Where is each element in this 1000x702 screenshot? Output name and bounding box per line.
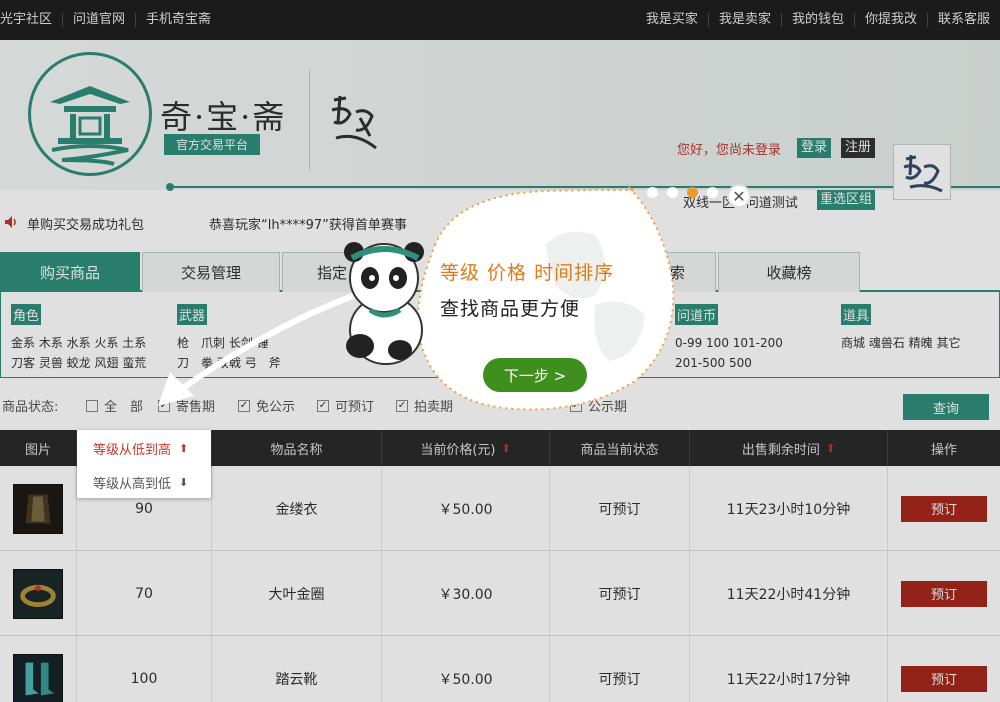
- col-remaining[interactable]: 出售剩余时间 ⬆: [690, 430, 888, 466]
- category-coin: 问道币 0-99 100 101-200 201-500 500: [675, 304, 783, 373]
- link-customer-service[interactable]: 联系客服: [928, 13, 1000, 27]
- item-price: ￥50.00: [382, 466, 550, 551]
- temple-logo-icon: [50, 86, 130, 166]
- guide-title: 等级 价格 时间排序: [440, 262, 615, 284]
- avatar[interactable]: [893, 144, 951, 200]
- item-name[interactable]: 踏云靴: [212, 636, 382, 702]
- next-step-button[interactable]: 下一步 >: [483, 358, 587, 392]
- step-dot[interactable]: [667, 187, 678, 198]
- top-nav-bar: 光宇社区 问道官网 手机奇宝斋 我是买家 我是卖家 我的钱包 你提我改 联系客服: [0, 0, 1000, 40]
- panda-mascot-icon: [344, 242, 424, 365]
- top-nav-left: 光宇社区 问道官网 手机奇宝斋: [0, 0, 221, 40]
- sort-desc-label: 等级从高到低: [93, 476, 172, 492]
- category-links[interactable]: 刀客 灵兽 蛟龙 风翅 蛮荒: [11, 353, 146, 373]
- brand-subtitle: 官方交易平台: [164, 134, 261, 155]
- category-role: 角色 金系 木系 水系 火系 土系 刀客 灵兽 蛟龙 风翅 蛮荒: [11, 304, 146, 373]
- item-remaining: 11天22小时41分钟: [690, 551, 888, 636]
- checkbox-box[interactable]: [86, 399, 98, 412]
- close-icon[interactable]: ✕: [727, 184, 751, 208]
- col-image: 图片: [0, 430, 77, 466]
- item-status: 可预订: [550, 636, 690, 702]
- category-links[interactable]: 0-99 100 101-200: [675, 333, 783, 353]
- item-action-cell: 预订: [888, 636, 1000, 702]
- book-button[interactable]: 预订: [901, 665, 987, 692]
- sort-level-desc[interactable]: 等级从高到低 ⬇: [93, 472, 188, 492]
- item-name[interactable]: 金缕衣: [212, 466, 382, 551]
- checkbox-label: 全 部: [104, 400, 144, 415]
- filter-all-checkbox[interactable]: 全 部: [86, 396, 143, 415]
- link-wallet[interactable]: 我的钱包: [782, 13, 855, 27]
- sort-level-asc[interactable]: 等级从低到高 ⬆: [93, 438, 188, 458]
- filter-label: 商品状态:: [2, 400, 59, 415]
- tab-buy[interactable]: 购买商品: [0, 252, 140, 292]
- item-action-cell: 预订: [888, 466, 1000, 551]
- item-image-cell: [0, 551, 77, 636]
- item-price: ￥50.00: [382, 636, 550, 702]
- notice-text-1[interactable]: 单购买交易成功礼包: [27, 214, 144, 233]
- login-button[interactable]: 登录: [797, 138, 832, 158]
- sort-asc-label: 等级从低到高: [93, 442, 172, 458]
- category-props: 道具 商城 魂兽石 精魄 其它: [841, 304, 960, 353]
- guide-step-indicator: [647, 187, 727, 198]
- col-price-label: 当前价格(元): [420, 442, 496, 458]
- step-dot[interactable]: [647, 187, 658, 198]
- col-item-name: 物品名称: [212, 430, 382, 466]
- tab-favorites[interactable]: 收藏榜: [718, 252, 860, 292]
- book-button[interactable]: 预订: [901, 580, 987, 607]
- item-status: 可预订: [550, 466, 690, 551]
- brand-name: 奇·宝·斋: [160, 98, 287, 136]
- category-links[interactable]: 金系 木系 水系 火系 土系: [11, 333, 146, 353]
- guide-subtitle: 查找商品更方便: [440, 298, 581, 320]
- item-price: ￥30.00: [382, 551, 550, 636]
- ring-item-icon[interactable]: [13, 568, 63, 619]
- query-button[interactable]: 查询: [903, 394, 989, 420]
- header-divider: [309, 70, 310, 170]
- category-links[interactable]: 201-500 500: [675, 353, 783, 373]
- link-feedback[interactable]: 你提我改: [855, 13, 928, 27]
- table-row: 70 大叶金圈 ￥30.00 可预订 11天22小时41分钟 预订: [0, 551, 1000, 636]
- category-tag: 角色: [11, 304, 42, 325]
- register-button[interactable]: 注册: [841, 138, 876, 158]
- site-header: 奇·宝·斋 官方交易平台 您好，您尚未登录 登录 注册 双线一区→问道测试 重选…: [0, 40, 1000, 211]
- link-mobile[interactable]: 手机奇宝斋: [136, 13, 221, 27]
- link-buyer[interactable]: 我是买家: [636, 13, 709, 27]
- step-dot[interactable]: [707, 187, 718, 198]
- step-dot-active[interactable]: [687, 187, 698, 198]
- item-action-cell: 预订: [888, 551, 1000, 636]
- item-remaining: 11天23小时10分钟: [690, 466, 888, 551]
- arrow-up-icon: ⬆: [179, 441, 189, 455]
- category-links[interactable]: 商城 魂兽石 精魄 其它: [841, 333, 960, 353]
- link-community[interactable]: 光宇社区: [0, 13, 64, 27]
- item-status: 可预订: [550, 551, 690, 636]
- top-nav-right: 我是买家 我是卖家 我的钱包 你提我改 联系客服: [636, 0, 1000, 40]
- item-image-cell: [0, 636, 77, 702]
- calligraphy-logo-icon: [331, 95, 377, 150]
- item-level: 70: [77, 551, 212, 636]
- col-action: 操作: [930, 442, 957, 458]
- armor-item-icon[interactable]: [13, 483, 63, 534]
- link-official-site[interactable]: 问道官网: [63, 13, 137, 27]
- item-image-cell: [0, 466, 77, 551]
- arrow-down-icon: ⬇: [179, 475, 189, 489]
- item-level: 100: [77, 636, 212, 702]
- sort-up-icon: ⬆: [825, 441, 836, 455]
- book-button[interactable]: 预订: [901, 495, 987, 522]
- link-seller[interactable]: 我是卖家: [709, 13, 782, 27]
- table-row: 100 踏云靴 ￥50.00 可预订 11天22小时17分钟 预订: [0, 636, 1000, 702]
- level-sort-menu: 等级从低到高 ⬆ 等级从高到低 ⬇: [77, 430, 211, 498]
- col-remaining-label: 出售剩余时间: [741, 442, 820, 458]
- boots-item-icon[interactable]: [13, 653, 63, 702]
- login-status-text: 您好，您尚未登录: [677, 143, 782, 158]
- col-price[interactable]: 当前价格(元) ⬆: [382, 430, 550, 466]
- item-name[interactable]: 大叶金圈: [212, 551, 382, 636]
- category-tag: 道具: [841, 304, 872, 325]
- sort-up-icon: ⬆: [501, 441, 511, 455]
- item-remaining: 11天22小时17分钟: [690, 636, 888, 702]
- calligraphy-avatar-icon: [903, 154, 943, 193]
- col-status: 商品当前状态: [550, 430, 690, 466]
- speaker-icon: [5, 216, 16, 228]
